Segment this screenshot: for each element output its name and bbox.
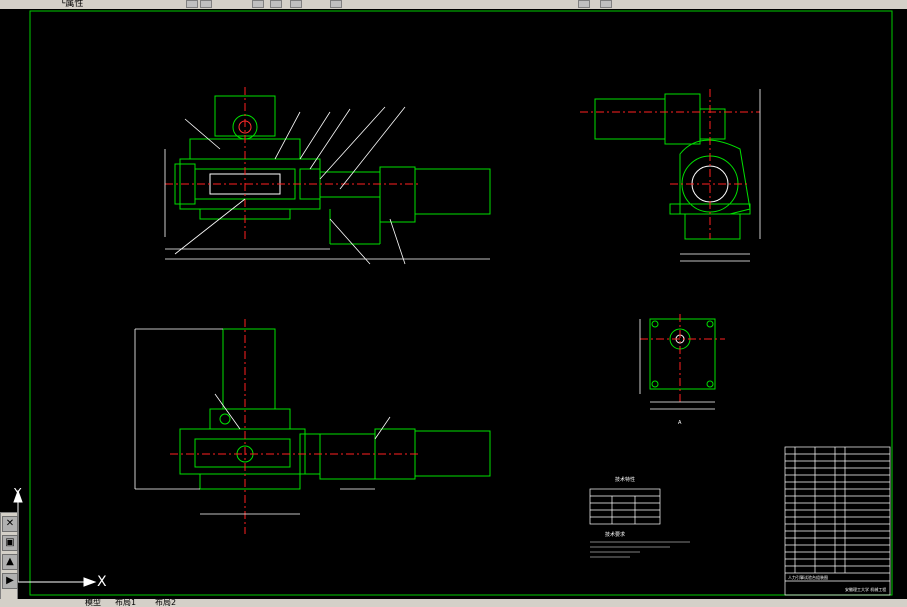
top-view — [179, 328, 491, 490]
match-prop-icon[interactable] — [252, 0, 264, 8]
color-control-icon[interactable] — [578, 0, 590, 8]
title-block — [784, 446, 891, 596]
front-view-leaders — [164, 106, 490, 265]
layer-prev-icon[interactable] — [200, 0, 212, 8]
close-icon[interactable]: ✕ — [2, 516, 18, 532]
flange-view — [649, 318, 716, 390]
tech-req-title: 技术要求 — [605, 531, 625, 538]
side-view-dims — [680, 89, 761, 262]
tech-req-text-lines — [590, 541, 690, 558]
ucs-icon — [13, 489, 97, 587]
title-block-name: 人力引擎试验台组装图 — [788, 574, 828, 580]
tool-icon[interactable]: ▶ — [2, 573, 18, 589]
top-view-centerlines — [170, 319, 420, 534]
left-tool-palette: ✕ ▣ ▲ ▶ — [0, 512, 18, 602]
properties-icon[interactable]: ▣ — [2, 535, 18, 551]
model-space-canvas[interactable]: 技术特性 技术要求 人力引擎试验台组装图 安徽理工大学 机械工程 A X Y — [0, 9, 907, 599]
title-block-company: 安徽理工大学 机械工程 — [845, 586, 886, 592]
layer-label: └属性 — [60, 0, 84, 9]
tech-spec-table — [589, 488, 661, 525]
flange-dims — [639, 319, 715, 410]
tech-params-title: 技术特性 — [615, 476, 635, 483]
tab-model[interactable]: 模型 — [85, 599, 101, 607]
ucs-y-label: Y — [13, 486, 22, 500]
tab-layout2[interactable]: 布局2 — [155, 599, 176, 607]
view-scale-label: A — [678, 420, 682, 426]
sun-icon[interactable] — [290, 0, 302, 8]
side-view — [594, 93, 751, 240]
tab-layout1[interactable]: 布局1 — [115, 599, 136, 607]
ucs-x-label: X — [97, 574, 107, 590]
side-view-centerlines — [580, 89, 760, 239]
linetype-icon[interactable] — [600, 0, 612, 8]
cad-drawing: 技术特性 技术要求 人力引擎试验台组装图 安徽理工大学 机械工程 A X Y — [13, 10, 893, 596]
lock-icon[interactable] — [330, 0, 342, 8]
drawing-border — [29, 10, 893, 596]
bulb-icon[interactable] — [270, 0, 282, 8]
layer-dropdown-icon[interactable] — [186, 0, 198, 8]
layout-tabs: 模型 布局1 布局2 — [0, 599, 907, 607]
front-view-centerlines — [165, 87, 420, 239]
flange-centerlines — [640, 314, 725, 404]
layers-icon[interactable]: ▲ — [2, 554, 18, 570]
top-view-dims — [134, 328, 391, 515]
